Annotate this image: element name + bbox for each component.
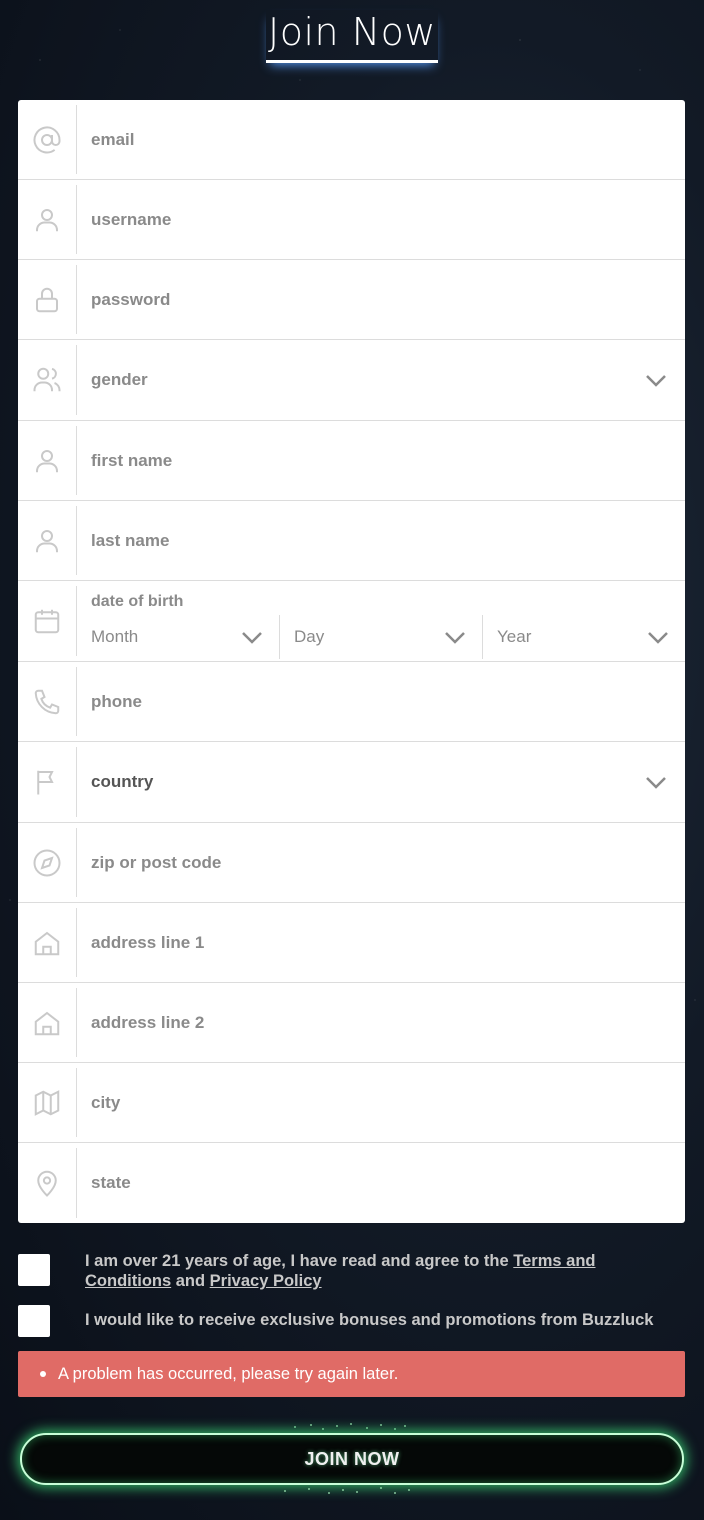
error-message: A problem has occurred, please try again… bbox=[58, 1364, 399, 1383]
chevron-down-icon bbox=[647, 630, 669, 644]
city-row bbox=[18, 1063, 685, 1143]
age-agreement-checkbox[interactable] bbox=[18, 1254, 50, 1286]
at-icon bbox=[18, 100, 76, 179]
gender-placeholder: gender bbox=[91, 370, 148, 389]
dob-month-value: Month bbox=[91, 627, 139, 646]
map-icon bbox=[18, 1063, 76, 1142]
chevron-down-icon bbox=[241, 630, 263, 644]
last-name-row bbox=[18, 501, 685, 581]
age-agreement-text: I am over 21 years of age, I have read a… bbox=[85, 1251, 685, 1291]
home-icon bbox=[18, 903, 76, 982]
address-line-2-input[interactable] bbox=[91, 1012, 685, 1033]
error-alert: A problem has occurred, please try again… bbox=[18, 1351, 685, 1397]
chevron-down-icon bbox=[444, 630, 466, 644]
promo-row: I would like to receive exclusive bonuse… bbox=[18, 1305, 685, 1337]
email-input[interactable] bbox=[91, 129, 685, 150]
privacy-policy-link[interactable]: Privacy Policy bbox=[210, 1272, 322, 1290]
user-icon bbox=[18, 501, 76, 580]
address-line-2-row bbox=[18, 983, 685, 1063]
calendar-icon bbox=[18, 581, 76, 661]
dob-day-select[interactable]: Day bbox=[280, 615, 483, 659]
map-pin-icon bbox=[18, 1143, 76, 1223]
age-text-part-2: and bbox=[171, 1272, 210, 1290]
username-input[interactable] bbox=[91, 209, 685, 230]
phone-input[interactable] bbox=[91, 691, 685, 712]
password-row bbox=[18, 260, 685, 340]
state-row bbox=[18, 1143, 685, 1223]
first-name-input[interactable] bbox=[91, 450, 685, 471]
chevron-down-icon bbox=[645, 373, 667, 387]
sparkle-decoration bbox=[270, 1486, 430, 1498]
state-input[interactable] bbox=[91, 1173, 685, 1193]
email-row bbox=[18, 100, 685, 180]
chevron-down-icon bbox=[645, 775, 667, 789]
age-text-part-1: I am over 21 years of age, I have read a… bbox=[85, 1252, 514, 1270]
home-icon bbox=[18, 983, 76, 1062]
user-icon bbox=[18, 421, 76, 500]
bullet-icon bbox=[40, 1371, 46, 1377]
age-agreement-row: I am over 21 years of age, I have read a… bbox=[18, 1251, 685, 1291]
compass-icon bbox=[18, 823, 76, 902]
city-input[interactable] bbox=[91, 1092, 685, 1113]
phone-row bbox=[18, 662, 685, 742]
dob-year-value: Year bbox=[497, 627, 532, 646]
first-name-row bbox=[18, 421, 685, 501]
address-line-1-input[interactable] bbox=[91, 932, 685, 953]
flag-icon bbox=[18, 742, 76, 822]
page-title: Join Now bbox=[266, 10, 438, 63]
lock-icon bbox=[18, 260, 76, 339]
dob-month-select[interactable]: Month bbox=[77, 615, 280, 659]
address-line-1-row bbox=[18, 903, 685, 983]
date-of-birth-row: date of birth Month Day Year bbox=[18, 581, 685, 662]
user-icon bbox=[18, 180, 76, 259]
dob-year-select[interactable]: Year bbox=[483, 615, 685, 659]
join-now-button[interactable]: JOIN NOW bbox=[20, 1433, 684, 1485]
phone-icon bbox=[18, 662, 76, 741]
username-row bbox=[18, 180, 685, 260]
country-select[interactable]: country bbox=[18, 742, 685, 823]
zip-row bbox=[18, 823, 685, 903]
password-input[interactable] bbox=[91, 289, 685, 310]
last-name-input[interactable] bbox=[91, 530, 685, 551]
registration-form: gender date of birth Month bbox=[18, 100, 685, 1223]
gender-select[interactable]: gender bbox=[18, 340, 685, 421]
country-placeholder: country bbox=[91, 772, 154, 791]
users-icon bbox=[18, 340, 76, 420]
dob-day-value: Day bbox=[294, 627, 325, 646]
promo-text: I would like to receive exclusive bonuse… bbox=[85, 1311, 654, 1329]
promo-checkbox[interactable] bbox=[18, 1305, 50, 1337]
zip-input[interactable] bbox=[91, 852, 685, 873]
page-header: Join Now bbox=[0, 10, 704, 63]
dob-label: date of birth bbox=[91, 593, 184, 610]
